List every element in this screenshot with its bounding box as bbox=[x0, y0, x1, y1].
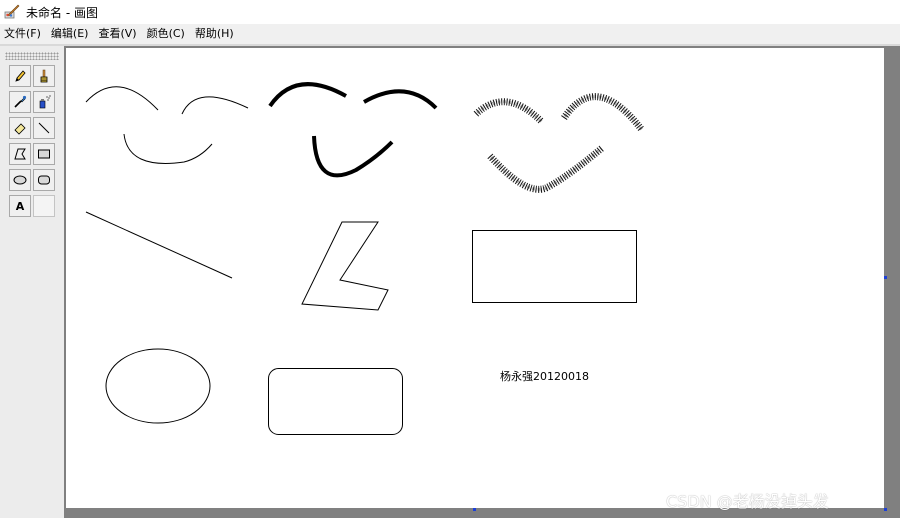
thick-left-brow bbox=[268, 82, 347, 108]
menu-bar: 文件(F) 编辑(E) 查看(V) 颜色(C) 帮助(H) bbox=[0, 24, 900, 44]
thin-smile bbox=[123, 133, 213, 164]
window-title: 未命名 - 画图 bbox=[26, 5, 98, 20]
rectangle-icon bbox=[38, 149, 50, 159]
resize-handle-right[interactable] bbox=[884, 276, 887, 279]
thick-right-brow bbox=[363, 89, 438, 110]
thick-smile bbox=[312, 135, 394, 178]
menu-help[interactable]: 帮助(H) bbox=[190, 24, 239, 44]
menu-file[interactable]: 文件(F) bbox=[0, 24, 46, 44]
ellipse-tool-button[interactable] bbox=[9, 169, 31, 191]
ellipse-icon bbox=[13, 175, 27, 185]
canvas-text: 杨永强20120018 bbox=[500, 370, 589, 383]
pencil-icon bbox=[15, 70, 26, 82]
pencil-tool-button[interactable] bbox=[9, 65, 31, 87]
polygon-icon bbox=[14, 148, 26, 160]
rectangle-shape bbox=[472, 230, 637, 303]
menu-edit[interactable]: 编辑(E) bbox=[46, 24, 94, 44]
eraser-icon bbox=[14, 123, 26, 135]
resize-handle-bottom[interactable] bbox=[473, 508, 476, 511]
toolbox: A bbox=[3, 50, 61, 518]
eyedropper-icon bbox=[14, 95, 27, 108]
canvas-drawing bbox=[85, 82, 645, 435]
text-icon: A bbox=[15, 199, 25, 213]
title-bar: 未命名 - 画图 bbox=[0, 0, 900, 24]
thin-left-brow bbox=[85, 86, 159, 111]
brush-tool-button[interactable] bbox=[33, 65, 55, 87]
ellipse-shape bbox=[105, 348, 211, 424]
toolbox-grip[interactable] bbox=[5, 52, 59, 60]
brush-icon bbox=[40, 69, 48, 83]
polygon-tool-button[interactable] bbox=[9, 143, 31, 165]
resize-handle-corner[interactable] bbox=[884, 508, 887, 511]
line-icon bbox=[38, 122, 50, 134]
line-tool-button[interactable] bbox=[33, 117, 55, 139]
eyedropper-tool-button[interactable] bbox=[9, 91, 31, 113]
menu-view[interactable]: 查看(V) bbox=[93, 24, 141, 44]
rounded-rectangle-tool-button[interactable] bbox=[33, 169, 55, 191]
rounded-rectangle-shape bbox=[268, 368, 403, 435]
canvas-workspace: 杨永强20120018 bbox=[64, 46, 900, 518]
drawing-canvas[interactable]: 杨永强20120018 bbox=[66, 48, 884, 508]
eraser-tool-button[interactable] bbox=[9, 117, 31, 139]
airbrush-icon bbox=[39, 95, 51, 109]
rectangle-tool-button[interactable] bbox=[33, 143, 55, 165]
airbrush-tool-button[interactable] bbox=[33, 91, 55, 113]
watermark: CSDN @老杨没掉头发 bbox=[666, 492, 829, 511]
polygon-shape bbox=[301, 221, 389, 311]
menu-color[interactable]: 颜色(C) bbox=[142, 24, 190, 44]
thin-right-brow bbox=[181, 96, 249, 115]
straight-line bbox=[85, 211, 233, 279]
text-tool-button[interactable]: A bbox=[9, 195, 31, 217]
spray-smile bbox=[473, 93, 645, 193]
empty-tool-slot bbox=[33, 195, 55, 217]
rounded-rectangle-icon bbox=[38, 175, 50, 185]
paint-app-icon bbox=[3, 3, 21, 21]
